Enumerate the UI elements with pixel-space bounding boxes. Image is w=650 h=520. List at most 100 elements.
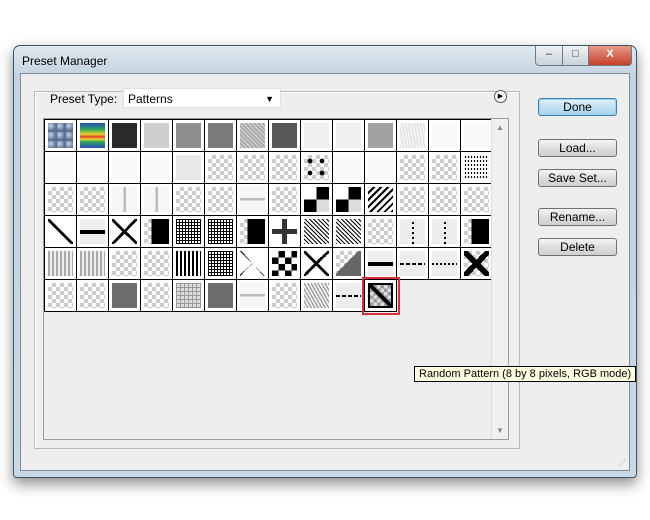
pattern-swatch[interactable]	[141, 216, 173, 248]
pattern-swatch[interactable]	[205, 280, 237, 312]
pattern-swatch[interactable]	[365, 152, 397, 184]
pattern-swatch[interactable]	[365, 184, 397, 216]
pattern-swatch[interactable]	[365, 120, 397, 152]
resize-grip-icon[interactable]: ⋰	[618, 458, 626, 467]
pattern-swatch[interactable]	[141, 152, 173, 184]
pattern-swatch[interactable]	[173, 152, 205, 184]
pattern-swatch[interactable]	[301, 248, 333, 280]
pattern-swatch[interactable]	[77, 216, 109, 248]
pattern-swatch[interactable]	[333, 184, 365, 216]
pattern-swatch[interactable]	[269, 248, 301, 280]
close-button[interactable]: X	[588, 46, 632, 66]
pattern-swatch[interactable]	[77, 120, 109, 152]
pattern-swatch[interactable]	[109, 280, 141, 312]
pattern-swatch[interactable]	[77, 280, 109, 312]
pattern-swatch[interactable]	[333, 248, 365, 280]
pattern-swatch[interactable]	[269, 152, 301, 184]
pattern-swatch[interactable]	[109, 120, 141, 152]
pattern-swatch[interactable]	[45, 216, 77, 248]
pattern-swatch[interactable]	[237, 216, 269, 248]
pattern-swatch[interactable]	[237, 120, 269, 152]
pattern-swatch[interactable]	[77, 184, 109, 216]
pattern-swatch[interactable]	[141, 184, 173, 216]
pattern-swatch[interactable]	[429, 216, 461, 248]
pattern-swatch[interactable]	[109, 184, 141, 216]
pattern-swatch[interactable]	[205, 248, 237, 280]
pattern-swatch[interactable]	[333, 152, 365, 184]
preset-type-select[interactable]: Patterns ▼	[123, 88, 281, 108]
pattern-swatch[interactable]	[205, 216, 237, 248]
pattern-swatch[interactable]	[269, 216, 301, 248]
pattern-swatch[interactable]	[269, 184, 301, 216]
pattern-swatch[interactable]	[109, 216, 141, 248]
pattern-swatch[interactable]	[333, 216, 365, 248]
pattern-swatch[interactable]	[173, 248, 205, 280]
pattern-swatch[interactable]	[237, 184, 269, 216]
pattern-swatch[interactable]	[397, 120, 429, 152]
pattern-swatch[interactable]	[45, 120, 77, 152]
pattern-swatch[interactable]	[397, 152, 429, 184]
pattern-swatch[interactable]	[397, 248, 429, 280]
scroll-up-icon[interactable]: ▲	[492, 123, 508, 132]
pattern-swatch[interactable]	[173, 184, 205, 216]
pattern-thumbnail	[368, 251, 393, 276]
pattern-swatch[interactable]	[45, 248, 77, 280]
pattern-swatch[interactable]	[461, 120, 493, 152]
pattern-thumbnail	[400, 155, 425, 180]
pattern-swatch[interactable]	[301, 184, 333, 216]
pattern-swatch[interactable]	[173, 216, 205, 248]
pattern-swatch[interactable]	[77, 152, 109, 184]
pattern-swatch[interactable]	[173, 120, 205, 152]
pattern-swatch[interactable]	[109, 248, 141, 280]
pattern-swatch[interactable]	[333, 280, 365, 312]
pattern-swatch[interactable]	[205, 120, 237, 152]
pattern-swatch[interactable]	[461, 184, 493, 216]
flyout-menu-icon[interactable]: ▶	[494, 90, 507, 103]
delete-button[interactable]: Delete	[538, 238, 617, 256]
pattern-swatch[interactable]	[45, 280, 77, 312]
save-set-button[interactable]: Save Set...	[538, 169, 617, 187]
pattern-swatch[interactable]	[205, 152, 237, 184]
pattern-swatch[interactable]	[301, 216, 333, 248]
pattern-swatch[interactable]	[333, 120, 365, 152]
pattern-list[interactable]: ▲ ▼ Random Pattern (8 by 8 pixels, RGB m…	[43, 118, 637, 440]
pattern-swatch[interactable]	[461, 248, 493, 280]
rename-button[interactable]: Rename...	[538, 208, 617, 226]
pattern-thumbnail	[432, 187, 457, 212]
pattern-swatch[interactable]	[45, 152, 77, 184]
pattern-swatch[interactable]	[301, 280, 333, 312]
pattern-swatch[interactable]	[237, 152, 269, 184]
pattern-swatch[interactable]	[45, 184, 77, 216]
minimize-button[interactable]: –	[535, 46, 563, 66]
pattern-swatch[interactable]	[269, 120, 301, 152]
pattern-swatch[interactable]	[77, 248, 109, 280]
pattern-swatch[interactable]	[141, 248, 173, 280]
pattern-swatch[interactable]	[461, 216, 493, 248]
maximize-button[interactable]: □	[562, 46, 589, 66]
pattern-swatch[interactable]	[429, 184, 461, 216]
pattern-swatch[interactable]	[397, 184, 429, 216]
pattern-swatch[interactable]	[109, 152, 141, 184]
pattern-swatch[interactable]	[173, 280, 205, 312]
pattern-swatch[interactable]	[397, 216, 429, 248]
load-button[interactable]: Load...	[538, 139, 617, 157]
pattern-swatch[interactable]	[269, 280, 301, 312]
pattern-swatch[interactable]	[301, 120, 333, 152]
pattern-swatch[interactable]	[429, 120, 461, 152]
pattern-swatch[interactable]	[205, 184, 237, 216]
pattern-swatch[interactable]	[362, 277, 400, 315]
pattern-swatch[interactable]	[237, 248, 269, 280]
pattern-swatch[interactable]	[429, 248, 461, 280]
pattern-swatch[interactable]	[237, 280, 269, 312]
done-button[interactable]: Done	[538, 98, 617, 116]
pattern-swatch[interactable]	[461, 152, 493, 184]
pattern-thumbnail	[80, 251, 105, 276]
pattern-swatch[interactable]	[365, 248, 397, 280]
pattern-swatch[interactable]	[365, 216, 397, 248]
pattern-swatch[interactable]	[141, 120, 173, 152]
pattern-swatch[interactable]	[141, 280, 173, 312]
scroll-down-icon[interactable]: ▼	[492, 426, 508, 435]
pattern-swatch[interactable]	[429, 152, 461, 184]
pattern-swatch[interactable]	[301, 152, 333, 184]
scrollbar[interactable]: ▲ ▼	[491, 119, 508, 439]
